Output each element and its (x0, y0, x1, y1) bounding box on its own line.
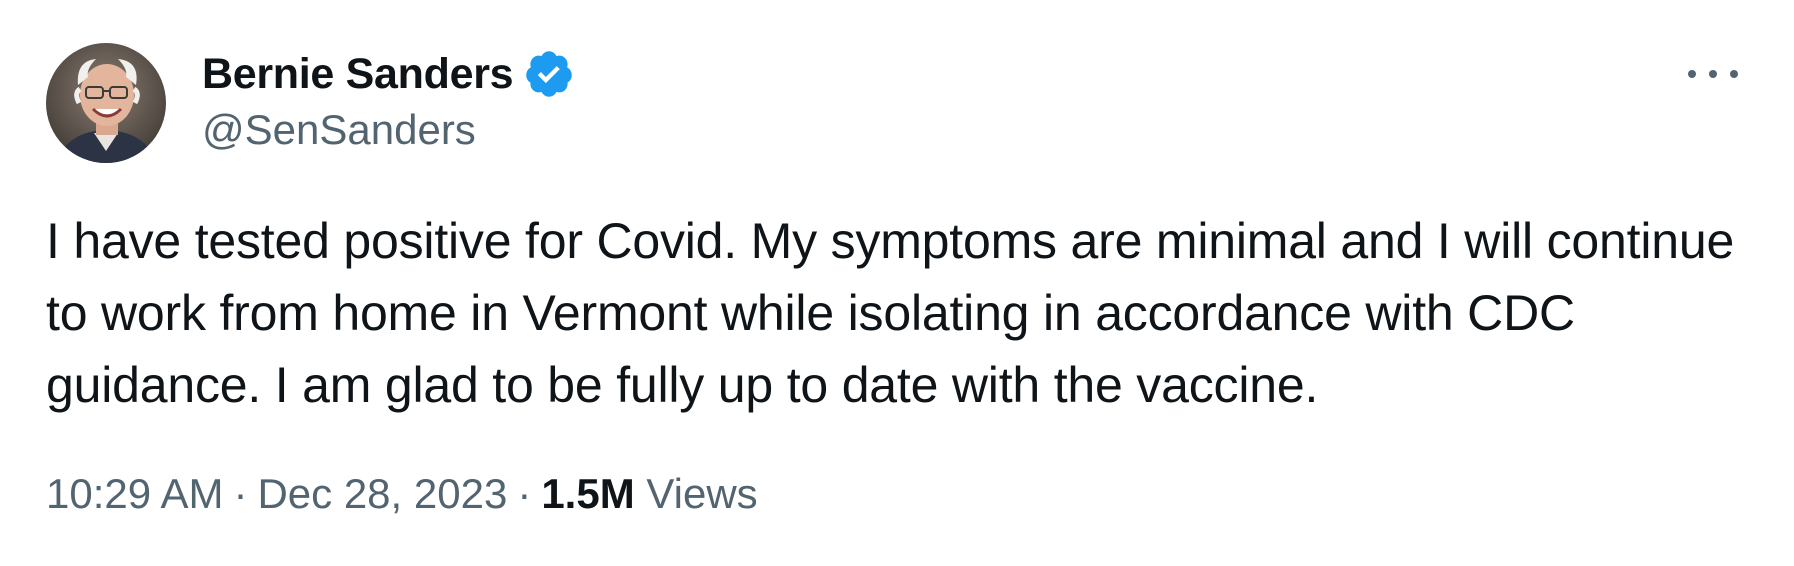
author-info: Bernie Sanders @SenSanders (202, 44, 575, 154)
avatar-image (46, 43, 166, 163)
tweet-text: I have tested positive for Covid. My sym… (46, 213, 1735, 413)
more-options-button[interactable] (1688, 62, 1738, 86)
views-label[interactable]: Views (646, 470, 757, 518)
handle[interactable]: @SenSanders (202, 106, 575, 154)
separator: · (517, 470, 532, 517)
tweet-date[interactable]: Dec 28, 2023 (257, 470, 507, 518)
tweet-time[interactable]: 10:29 AM (46, 470, 223, 518)
tweet-card: Bernie Sanders @SenSanders I have tested… (0, 0, 1794, 566)
tweet-metadata: 10:29 AM · Dec 28, 2023 · 1.5M Views (46, 470, 758, 518)
display-name[interactable]: Bernie Sanders (202, 50, 514, 99)
more-horizontal-icon-dot (1730, 70, 1738, 78)
verified-badge-icon[interactable] (523, 48, 575, 100)
more-horizontal-icon-dot (1709, 70, 1717, 78)
name-row: Bernie Sanders (202, 44, 575, 104)
separator: · (233, 470, 248, 517)
views-count[interactable]: 1.5M (541, 470, 634, 518)
avatar[interactable] (46, 43, 166, 163)
more-horizontal-icon (1688, 70, 1696, 78)
